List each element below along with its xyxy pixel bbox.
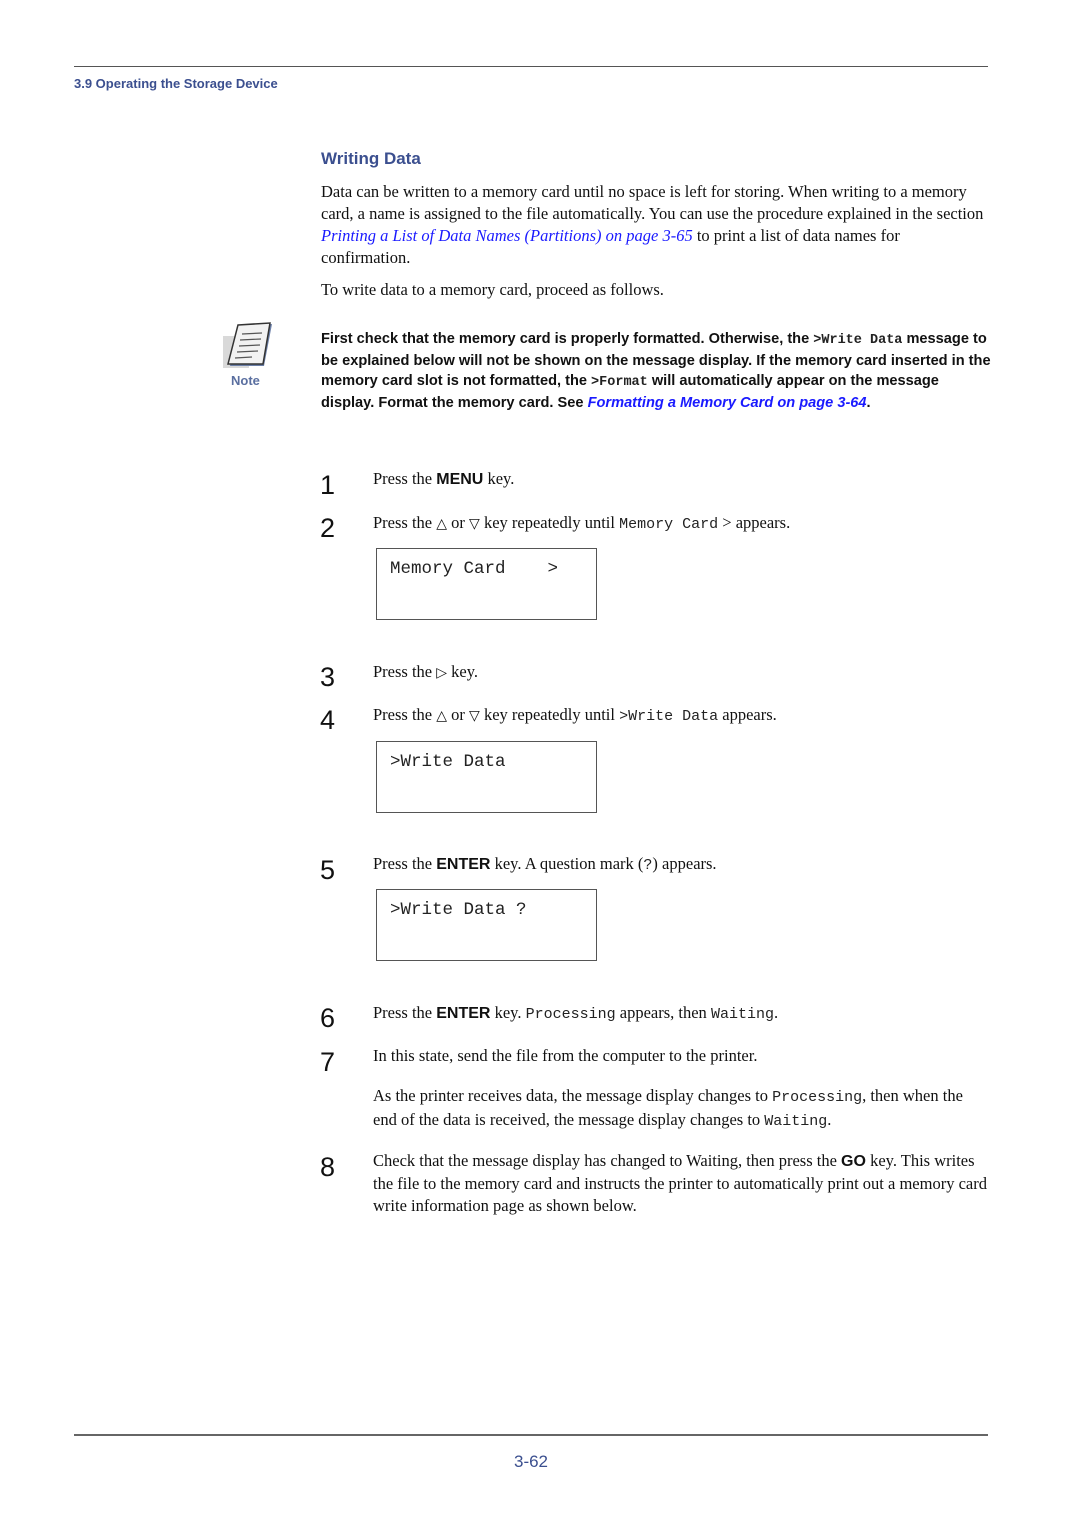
step-text-part: or: [447, 705, 470, 724]
step-code: Memory Card: [619, 516, 719, 533]
step-text-part: key.: [490, 1003, 526, 1022]
step-number: 2: [320, 513, 336, 543]
message-display: >Write Data: [376, 741, 597, 813]
display-line-1: Memory Card >: [390, 559, 559, 579]
right-triangle-icon: ▷: [436, 665, 448, 681]
note-text: First check that the memory card is prop…: [321, 329, 991, 413]
step-code: >Write Data: [619, 708, 719, 725]
page-title: Writing Data: [321, 149, 421, 168]
step-number: 7: [320, 1047, 336, 1077]
step-text-part: key. A question mark (: [490, 854, 644, 873]
step-text-part: key.: [447, 662, 479, 681]
step-8-text: Check that the message display has chang…: [373, 1150, 988, 1217]
step-code: Processing: [772, 1089, 863, 1106]
step-1-text: Press the MENU key.: [373, 468, 988, 491]
note-code-write-data: >Write Data: [813, 333, 903, 348]
step-number: 6: [320, 1003, 336, 1033]
page-number: 3-62: [513, 1452, 549, 1471]
note-text-part: First check that the memory card is prop…: [321, 331, 814, 347]
display-line-1: >Write Data ?: [390, 900, 527, 920]
step-text-part: key repeatedly until: [479, 513, 620, 532]
note-code-format: >Format: [591, 375, 648, 390]
step-text-part: or: [447, 513, 470, 532]
up-triangle-icon: △: [436, 516, 448, 532]
step-text-part: Press the: [373, 854, 437, 873]
step-text-part: Press the: [373, 1003, 437, 1022]
enter-key-label: ENTER: [436, 856, 491, 873]
note-text-part: .: [866, 395, 871, 411]
display-line-1: >Write Data: [390, 752, 506, 772]
intro-text: Data can be written to a memory card unt…: [321, 182, 984, 223]
menu-key-label: MENU: [436, 471, 484, 488]
proceed-paragraph: To write data to a memory card, proceed …: [321, 280, 664, 299]
step-4-text: Press the △ or ▽ key repeatedly until >W…: [373, 704, 988, 728]
step-number: 5: [320, 855, 336, 885]
go-key-label: GO: [841, 1153, 866, 1170]
step-code: Processing: [525, 1006, 616, 1023]
step-6-text: Press the ENTER key. Processing appears,…: [373, 1002, 988, 1026]
step-text-part: appears.: [718, 705, 777, 724]
step-number: 3: [320, 662, 336, 692]
step-3-text: Press the ▷ key.: [373, 661, 988, 684]
formatting-memory-card-link[interactable]: Formatting a Memory Card on page 3-64: [588, 395, 867, 411]
step-text-part: > appears.: [718, 513, 791, 532]
step-text-part: .: [827, 1110, 832, 1129]
section-header: 3.9 Operating the Storage Device: [74, 76, 278, 91]
step-number: 4: [320, 705, 336, 735]
step-2-text: Press the △ or ▽ key repeatedly until Me…: [373, 512, 988, 536]
down-triangle-icon: ▽: [469, 516, 480, 532]
step-text-part: Press the: [373, 469, 437, 488]
step-text-part: Check that the message display has chang…: [373, 1151, 842, 1170]
step-7-text: In this state, send the file from the co…: [373, 1046, 758, 1065]
up-triangle-icon: △: [436, 708, 448, 724]
step-text-part: Press the: [373, 662, 437, 681]
header-rule: [74, 66, 988, 67]
step-code: Waiting: [764, 1113, 828, 1130]
note-label: Note: [231, 373, 260, 388]
step-number: 1: [320, 470, 336, 500]
enter-key-label: ENTER: [436, 1005, 491, 1022]
step-text-part: ) appears.: [652, 854, 717, 873]
step-text-part: .: [773, 1003, 779, 1022]
step-text-part: As the printer receives data, the messag…: [373, 1086, 773, 1105]
step-text-part: appears, then: [615, 1003, 711, 1022]
step-text-part: key repeatedly until: [479, 705, 620, 724]
step-7-detail: As the printer receives data, the messag…: [373, 1085, 988, 1133]
step-code: Waiting: [710, 1006, 774, 1023]
step-text-part: Press the: [373, 513, 437, 532]
step-5-text: Press the ENTER key. A question mark (?)…: [373, 853, 988, 877]
down-triangle-icon: ▽: [469, 708, 480, 724]
message-display: >Write Data ?: [376, 889, 597, 961]
footer-rule: [74, 1434, 988, 1436]
message-display: Memory Card >: [376, 548, 597, 620]
intro-paragraph: Data can be written to a memory card unt…: [321, 181, 986, 269]
step-text-part: key.: [483, 469, 515, 488]
note-pad-icon: [220, 322, 276, 372]
printing-list-link[interactable]: Printing a List of Data Names (Partition…: [321, 226, 693, 245]
step-number: 8: [320, 1152, 336, 1182]
step-text-part: Press the: [373, 705, 437, 724]
